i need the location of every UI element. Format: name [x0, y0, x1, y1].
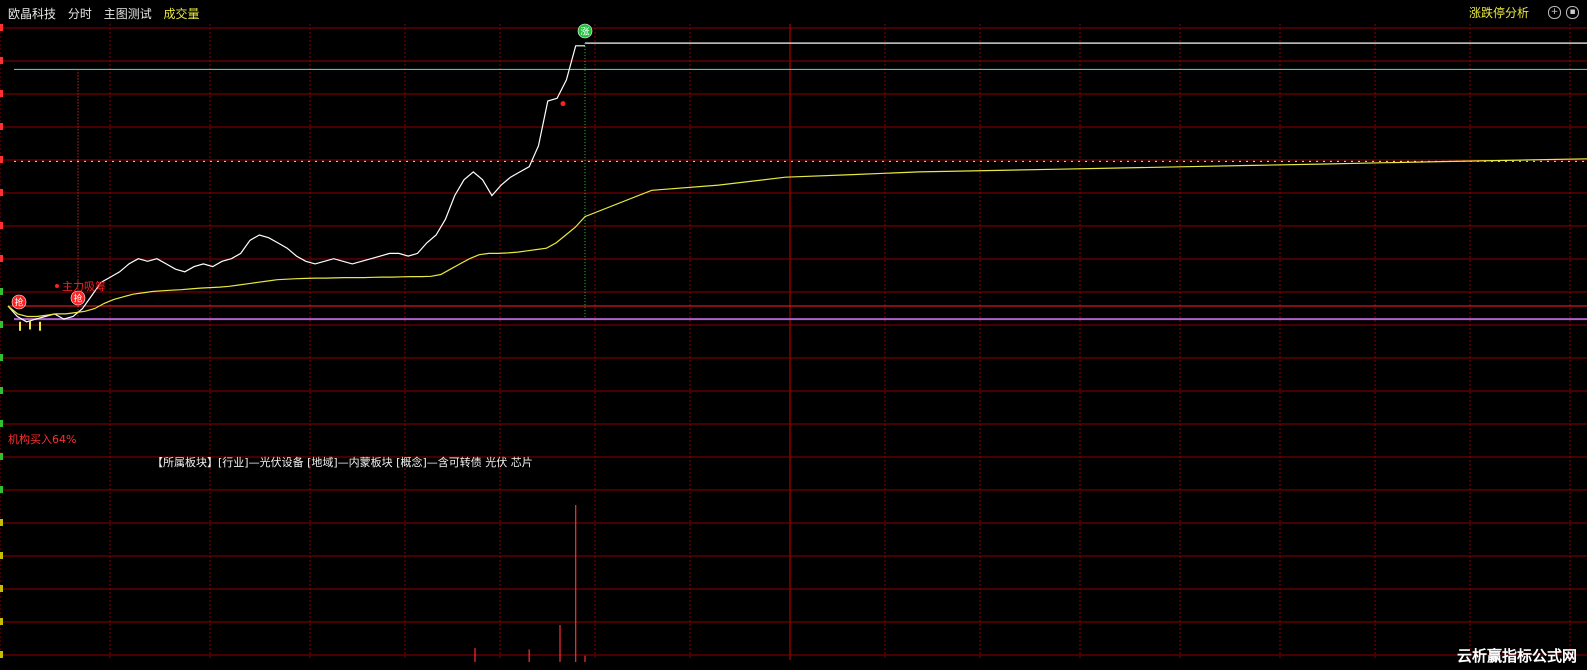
main-buy-label: 主力吸筹 [62, 279, 106, 293]
volume-label[interactable]: 成交量 [164, 7, 200, 21]
stock-name[interactable]: 欧晶科技 [8, 7, 56, 21]
sector-info: 【所属板块】[行业]—光伏设备 [地域]—内蒙板块 [概念]—含可转债 光伏 芯… [152, 456, 533, 469]
settings-icon[interactable]: ▪ [1566, 6, 1579, 19]
signal-limit-text: 涨 [580, 27, 589, 38]
chart-header: 欧晶科技 分时 主图测试 成交量 [8, 5, 208, 22]
axis-tick [0, 387, 3, 394]
axis-tick [0, 321, 3, 328]
axis-tick [0, 255, 3, 262]
axis-tick [0, 24, 3, 31]
header-tools: 涨跌停分析 + ▪ [1469, 4, 1579, 21]
institution-buy-label: 机构买入64% [8, 433, 77, 446]
axis-tick [0, 618, 3, 625]
signal-low-2-text: 抢 [73, 293, 82, 305]
main-buy-dot [55, 284, 59, 288]
view-mode-label[interactable]: 分时 [68, 7, 92, 21]
avg-line [7, 158, 1587, 318]
signal-low-1-text: 抢 [14, 297, 23, 309]
zoom-in-icon[interactable]: + [1548, 6, 1561, 19]
axis-tick [0, 420, 3, 427]
axis-tick [0, 288, 3, 295]
axis-tick [0, 486, 3, 493]
axis-tick [0, 90, 3, 97]
watermark: 云析赢指标公式网 [1456, 647, 1577, 665]
limit-analysis-link[interactable]: 涨跌停分析 [1469, 4, 1529, 21]
axis-tick [0, 651, 3, 658]
indicator-name[interactable]: 主图测试 [104, 7, 152, 21]
axis-tick [0, 222, 3, 229]
axis-tick [0, 354, 3, 361]
axis-tick [0, 57, 3, 64]
axis-tick [0, 585, 3, 592]
intraday-chart: 抢 抢 涨主力吸筹 [0, 23, 1587, 662]
axis-tick [0, 519, 3, 526]
axis-tick [0, 552, 3, 559]
axis-tick [0, 123, 3, 130]
buy-dot [560, 101, 566, 107]
axis-tick [0, 453, 3, 460]
axis-tick [0, 156, 3, 163]
axis-tick [0, 189, 3, 196]
